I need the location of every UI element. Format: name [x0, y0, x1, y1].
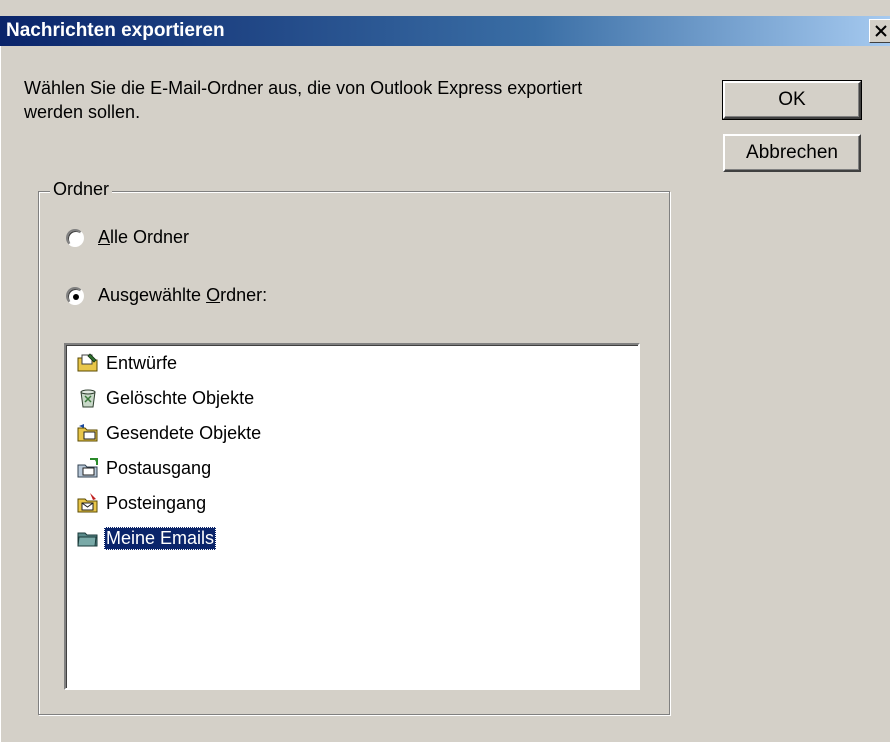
folder-item-sent[interactable]: Gesendete Objekte — [76, 420, 263, 446]
folder-item-label: Posteingang — [106, 492, 207, 513]
radio-all-folders[interactable]: Alle Ordner — [66, 227, 189, 248]
sent-items-folder-icon — [77, 424, 98, 442]
instruction-text: Wählen Sie die E-Mail-Ordner aus, die vo… — [24, 78, 583, 122]
mail-folder-icon — [77, 532, 98, 547]
folder-item-deleted[interactable]: Gelöschte Objekte — [76, 385, 256, 411]
folder-item-label: Gesendete Objekte — [106, 422, 262, 443]
folder-item-drafts[interactable]: Entwürfe — [76, 350, 179, 376]
radio-button-selected[interactable] — [66, 286, 84, 305]
folder-item-label: Entwürfe — [106, 352, 178, 373]
folder-item-label: Postausgang — [106, 457, 212, 478]
title-bar[interactable]: Nachrichten exportieren — [0, 16, 890, 46]
folder-item-label: Meine Emails — [104, 526, 217, 550]
window-title: Nachrichten exportieren — [6, 20, 225, 41]
outbox-folder-icon — [77, 458, 98, 478]
radio-all-label: Alle Ordner — [98, 227, 190, 247]
ok-button[interactable]: OK — [722, 80, 862, 120]
export-messages-dialog: Nachrichten exportieren Wählen Sie die E… — [0, 0, 890, 742]
deleted-items-folder-icon — [80, 389, 96, 408]
close-button[interactable] — [869, 19, 890, 43]
close-icon — [875, 25, 887, 37]
folder-item-label: Gelöschte Objekte — [106, 387, 255, 408]
drafts-folder-icon — [77, 353, 98, 372]
folder-group-label: Ordner — [50, 179, 113, 200]
radio-button-all[interactable] — [66, 228, 84, 247]
window-left-edge — [0, 46, 4, 742]
folder-item-my-emails[interactable]: Meine Emails — [76, 525, 217, 551]
folder-item-inbox[interactable]: Posteingang — [76, 490, 208, 516]
inbox-folder-icon — [77, 493, 98, 513]
folder-listbox[interactable]: Entwürfe Gelöschte Objekte Gesendete Obj… — [64, 343, 640, 690]
radio-selected-label: Ausgewählte Ordner: — [98, 285, 268, 305]
radio-selected-folders[interactable]: Ausgewählte Ordner: — [66, 285, 267, 306]
folder-item-outbox[interactable]: Postausgang — [76, 455, 213, 481]
cancel-button[interactable]: Abbrechen — [723, 134, 861, 172]
